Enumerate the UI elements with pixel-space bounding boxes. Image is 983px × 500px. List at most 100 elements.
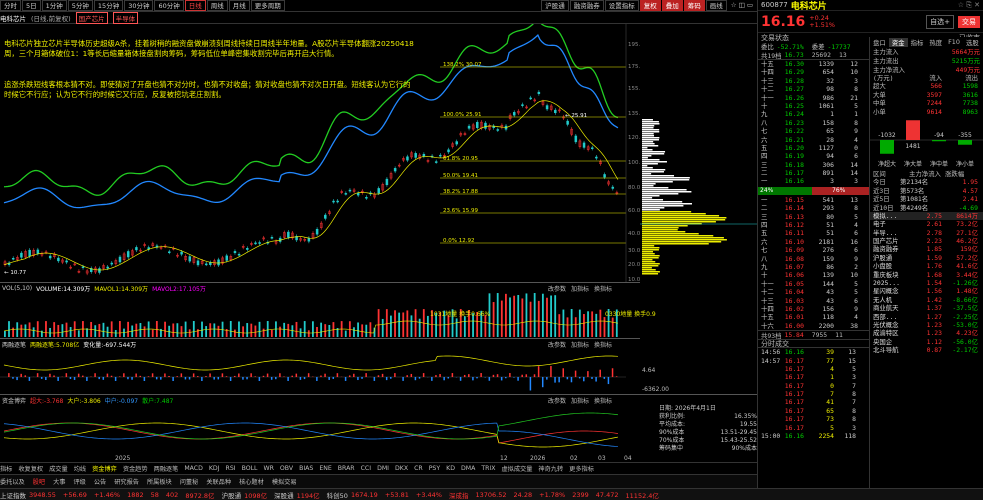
sector-row[interactable]: 成渝特区 1.23 4.23亿 xyxy=(870,329,983,337)
indicator-tab-14[interactable]: ENE xyxy=(319,465,331,472)
indicator-tab-26[interactable]: 更多指标 xyxy=(569,464,594,473)
toolbar-right2-2[interactable]: 筹码 xyxy=(683,0,705,11)
trade-button[interactable]: 交易 xyxy=(958,15,980,28)
indicator-tab-10[interactable]: BOLL xyxy=(242,465,258,472)
draw-line-button[interactable]: 画线 xyxy=(705,0,727,11)
sector-row[interactable]: 2025... 1.54 -1.26亿 xyxy=(870,279,983,287)
bottom-tab-6[interactable]: 所属板块 xyxy=(147,477,172,486)
indicator-tab-22[interactable]: DMA xyxy=(461,465,475,472)
bottom-tab-10[interactable]: 模拟交易 xyxy=(272,477,297,486)
vol-bar xyxy=(24,324,27,337)
period-tab-6[interactable]: 60分钟 xyxy=(154,0,184,11)
indicator-tab-15[interactable]: BRAR xyxy=(338,465,355,472)
bottom-tab-4[interactable]: 公告 xyxy=(94,477,106,486)
indicator-tab-5[interactable]: 资金趋势 xyxy=(123,464,148,473)
indicator-tab-2[interactable]: 成交量 xyxy=(49,464,68,473)
chip-bar xyxy=(642,151,666,153)
indicator-tab-18[interactable]: DKX xyxy=(395,465,408,472)
indicator-tab-1[interactable]: 收复复权 xyxy=(18,464,43,473)
sector-row[interactable]: 电子 2.61 73.2亿 xyxy=(870,220,983,228)
toolbar-right-0[interactable]: 沪股通 xyxy=(541,0,569,11)
indicator-tab-11[interactable]: WR xyxy=(264,465,274,472)
sector-row[interactable]: 央国企 1.12 -56.0亿 xyxy=(870,338,983,346)
vol-bar xyxy=(385,309,388,337)
side-tab-5[interactable]: 选股 xyxy=(963,38,982,47)
indicator-tab-0[interactable]: 指标 xyxy=(0,464,12,473)
period-tab-2[interactable]: 1分钟 xyxy=(41,0,67,11)
indicator-tab-24[interactable]: 虚拟成交量 xyxy=(501,464,532,473)
period-tab-3[interactable]: 5分钟 xyxy=(67,0,93,11)
side-tab-4[interactable]: F10 xyxy=(945,38,963,46)
sector-row[interactable]: 无人机 1.42 -8.66亿 xyxy=(870,296,983,304)
period-tab-9[interactable]: 月线 xyxy=(228,0,250,11)
bottom-tab-1[interactable]: 股吧 xyxy=(33,477,45,486)
bottom-tab-8[interactable]: 关联品种 xyxy=(206,477,231,486)
indicator-tab-7[interactable]: MACD xyxy=(184,465,203,472)
tag-bandaoti[interactable]: 半导体 xyxy=(112,11,139,24)
period-tab-7[interactable]: 日线 xyxy=(184,0,206,11)
indicator-tab-9[interactable]: RSI xyxy=(226,465,236,472)
side-tab-2[interactable]: 指标 xyxy=(908,38,927,47)
period-tab-0[interactable]: 分时 xyxy=(0,0,21,11)
indicator-tab-20[interactable]: PSY xyxy=(429,465,440,472)
sector-row[interactable]: 小盘股 1.76 41.6亿 xyxy=(870,262,983,270)
indicator-tab-3[interactable]: 均线 xyxy=(74,464,86,473)
sector-row[interactable]: 融资融券 1.85 159亿 xyxy=(870,245,983,253)
indicator-tab-25[interactable]: 神奇九转 xyxy=(538,464,563,473)
sector-row[interactable]: 星闪概念 1.56 1.48亿 xyxy=(870,287,983,295)
indicator-tab-6[interactable]: 两融逐笔 xyxy=(154,464,179,473)
indicator-tab-4[interactable]: 资金博弈 xyxy=(92,464,117,473)
period-tab-4[interactable]: 15分钟 xyxy=(93,0,124,11)
indicator-tab-17[interactable]: DMI xyxy=(377,465,389,472)
indicator-tab-12[interactable]: OBV xyxy=(280,465,293,472)
indicator-tab-21[interactable]: KD xyxy=(446,465,455,472)
rong-bar xyxy=(147,376,150,377)
side-tab-3[interactable]: 热度 xyxy=(926,38,945,47)
bottom-tab-5[interactable]: 研究报告 xyxy=(114,477,139,486)
period-tab-5[interactable]: 30分钟 xyxy=(124,0,154,11)
sector-row[interactable]: 商业航天 1.37 -37.5亿 xyxy=(870,304,983,312)
candle-body xyxy=(188,256,192,262)
rong-bar xyxy=(8,373,10,377)
vol-bar xyxy=(217,325,220,337)
bottom-tab-0[interactable]: 委托以及 xyxy=(0,477,25,486)
toolbar-right2-0[interactable]: 复权 xyxy=(639,0,661,11)
sector-row[interactable]: 重庆板块 1.68 3.44亿 xyxy=(870,271,983,279)
sector-row[interactable]: 半导... 2.78 27.1亿 xyxy=(870,229,983,237)
sector-row[interactable]: 沪股通 1.59 57.2亿 xyxy=(870,254,983,262)
xaxis-04: 04 xyxy=(624,455,632,462)
bottom-tab-7[interactable]: 问董秘 xyxy=(180,477,199,486)
toolbar-right-1[interactable]: 融资融券 xyxy=(569,0,604,11)
buy-row-level: 十五 xyxy=(761,313,774,322)
price-pct: +1.51% xyxy=(809,20,835,29)
sector-row[interactable]: 西部... 1.27 -2.25亿 xyxy=(870,313,983,321)
indicator-tab-13[interactable]: BIAS xyxy=(299,465,313,472)
tag-guochan[interactable]: 国产芯片 xyxy=(75,11,108,24)
side-tab-0[interactable]: 盘口 xyxy=(870,38,889,47)
indicator-tab-16[interactable]: CCI xyxy=(361,465,371,472)
indicator-tab-19[interactable]: CR xyxy=(414,465,423,472)
toolbar-right-2[interactable]: 设置指标 xyxy=(604,0,639,11)
bottom-tab-9[interactable]: 核心题材 xyxy=(239,477,264,486)
indicator-tab-23[interactable]: TRIX xyxy=(481,465,495,472)
bottom-tab-3[interactable]: 评级 xyxy=(74,477,86,486)
period-tab-1[interactable]: 5日 xyxy=(22,0,41,11)
toolbar-right2-1[interactable]: 叠加 xyxy=(661,0,683,11)
sector-row[interactable]: 国产芯片 2.23 46.2亿 xyxy=(870,237,983,245)
sidebar-icons[interactable]: ☆ ⎘ ✕ xyxy=(958,1,980,10)
bottom-tab-2[interactable]: 大事 xyxy=(53,477,65,486)
rong-bar xyxy=(209,373,211,377)
sector-row[interactable]: 模拟... 2.75 8614万 xyxy=(870,211,983,221)
toolbar-icons[interactable]: ☆ ◫ ▭ xyxy=(728,0,756,11)
rong-bar xyxy=(316,377,318,381)
period-tab-10[interactable]: 更多周期 xyxy=(250,0,285,11)
add-watchlist-button[interactable]: 自选+ xyxy=(926,14,954,29)
sector-row[interactable]: 光伏概念 1.23 -53.0亿 xyxy=(870,321,983,329)
indicator-tab-8[interactable]: KDJ xyxy=(209,465,220,472)
kline-chart[interactable]: 195.00 175.00 155.00 135.00 120.00 100.00 80.0… xyxy=(0,17,648,283)
side-tab-1[interactable]: 资金 xyxy=(888,37,908,47)
candle-body xyxy=(476,121,479,128)
sector-flow: 3.44亿 xyxy=(956,270,978,279)
period-tab-8[interactable]: 周线 xyxy=(206,0,228,11)
sector-row[interactable]: 北斗导航 0.87 -2.17亿 xyxy=(870,346,983,354)
